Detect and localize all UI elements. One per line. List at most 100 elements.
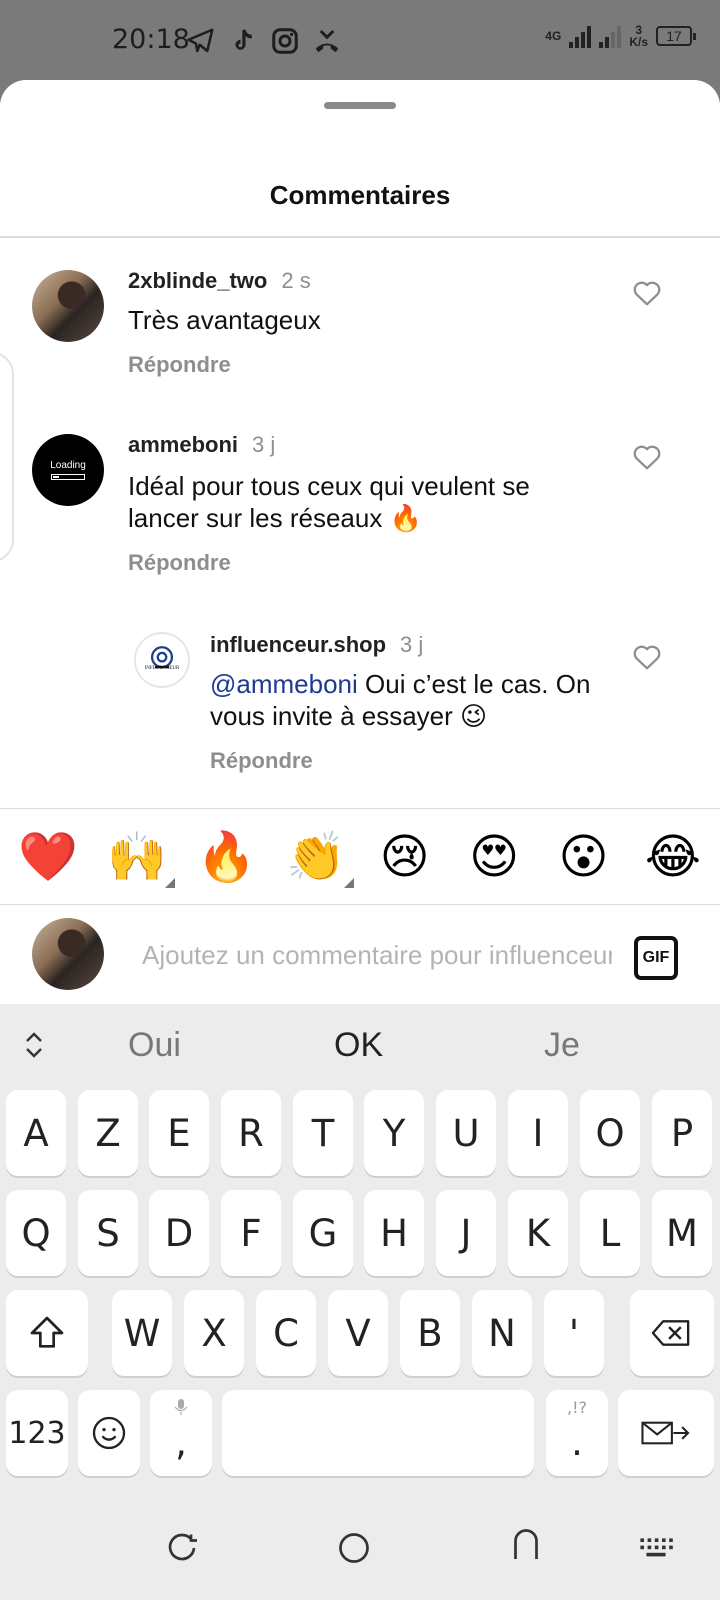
loading-bar-icon [51, 474, 85, 480]
skin-tone-indicator-icon [165, 878, 176, 888]
numbers-key[interactable]: 123 [6, 1390, 68, 1476]
suggestion-2[interactable]: OK [334, 1026, 383, 1065]
avatar[interactable] [32, 270, 104, 342]
reply-button[interactable]: Répondre [128, 352, 231, 378]
key-n[interactable]: N [472, 1290, 532, 1376]
emoji-clapping[interactable]: 👏 [286, 828, 355, 888]
key-r[interactable]: R [221, 1090, 281, 1176]
key-f[interactable]: F [221, 1190, 281, 1276]
key-o[interactable]: O [580, 1090, 640, 1176]
key-q[interactable]: Q [6, 1190, 66, 1276]
comma-key[interactable]: , [150, 1390, 212, 1476]
shift-arrow-icon [30, 1316, 64, 1348]
tiktok-icon [235, 29, 252, 50]
microphone-icon [174, 1399, 188, 1415]
space-key[interactable] [222, 1390, 534, 1476]
status-time: 20:18 [112, 24, 190, 55]
key-y[interactable]: Y [364, 1090, 424, 1176]
gif-button[interactable]: GIF [634, 936, 678, 980]
avatar[interactable]: Loading [32, 434, 104, 506]
key-c[interactable]: C [256, 1290, 316, 1376]
key-w[interactable]: W [112, 1290, 172, 1376]
drag-handle[interactable] [324, 102, 396, 109]
home-icon[interactable] [336, 1530, 372, 1566]
send-key[interactable] [618, 1390, 714, 1476]
key-m[interactable]: M [652, 1190, 712, 1276]
emoji-crying[interactable]: 😢 [376, 828, 434, 886]
emoji-raising-hands[interactable]: 🙌 [107, 828, 176, 888]
missed-call-icon [315, 29, 339, 53]
key-h[interactable]: H [364, 1190, 424, 1276]
suggestion-3[interactable]: Je [544, 1026, 580, 1065]
punctuation-hint: ,!? [567, 1398, 587, 1417]
network-type: 4G [545, 29, 562, 43]
shift-key[interactable] [6, 1290, 88, 1376]
key-g[interactable]: G [293, 1190, 353, 1276]
keyboard-hide-icon[interactable] [638, 1536, 674, 1560]
brand-logo-icon [150, 646, 174, 669]
send-envelope-icon [641, 1421, 690, 1445]
like-heart-icon[interactable] [630, 640, 664, 674]
back-icon[interactable] [508, 1526, 544, 1562]
emoji-heart[interactable]: ❤️ [18, 828, 78, 886]
key-b[interactable]: B [400, 1290, 460, 1376]
signal-strength-2-icon [599, 24, 622, 48]
backspace-icon [651, 1320, 690, 1346]
recents-icon[interactable] [164, 1530, 200, 1566]
emoji-key[interactable] [78, 1390, 140, 1476]
key-j[interactable]: J [436, 1190, 496, 1276]
comment-time: 2 s [281, 268, 311, 293]
expand-suggestions-icon[interactable] [22, 1028, 46, 1062]
key-x[interactable]: X [184, 1290, 244, 1376]
like-heart-icon[interactable] [630, 440, 664, 474]
avatar[interactable]: INFLUENCEUR [134, 632, 190, 688]
comment-username[interactable]: 2xblinde_two [128, 268, 267, 294]
telegram-icon [187, 28, 214, 53]
header-divider [0, 236, 720, 238]
key-e[interactable]: E [149, 1090, 209, 1176]
backspace-key[interactable] [630, 1290, 714, 1376]
key-a[interactable]: A [6, 1090, 66, 1176]
battery-icon: 17 [656, 26, 696, 46]
comment-input[interactable]: Ajoutez un commentaire pour influenceur.… [142, 940, 612, 971]
key-t[interactable]: T [293, 1090, 353, 1176]
edge-panel-handle[interactable] [0, 352, 14, 562]
key-k[interactable]: K [508, 1190, 568, 1276]
skin-tone-indicator-icon [344, 878, 355, 888]
mention-link[interactable]: @ammeboni [210, 669, 358, 699]
system-status: 4G 3 K/s 17 [545, 24, 696, 48]
sheet-title: Commentaires [269, 180, 451, 210]
emoji-laughing[interactable]: 😂 [644, 828, 702, 886]
avatar-loading-text: Loading [50, 460, 86, 471]
key-u[interactable]: U [436, 1090, 496, 1176]
emoji-surprised[interactable]: 😮 [555, 828, 613, 886]
reply-button[interactable]: Répondre [210, 748, 313, 774]
key-i[interactable]: I [508, 1090, 568, 1176]
comment-text: Très avantageux [128, 305, 321, 335]
system-nav-bar [0, 1496, 720, 1598]
key-p[interactable]: P [652, 1090, 712, 1176]
key-d[interactable]: D [149, 1190, 209, 1276]
signal-strength-icon [569, 24, 592, 48]
key-l[interactable]: L [580, 1190, 640, 1276]
keyboard: Oui OK Je A Z E R T Y U I O P Q S D F G … [0, 1004, 720, 1600]
smiley-icon [92, 1416, 126, 1450]
composer-divider [0, 904, 720, 905]
emoji-divider [0, 808, 720, 809]
reply-button[interactable]: Répondre [128, 550, 231, 576]
suggestion-strip: Oui OK Je [0, 1004, 720, 1084]
like-heart-icon[interactable] [630, 276, 664, 310]
emoji-heart-eyes[interactable]: 😍 [465, 828, 523, 886]
key-z[interactable]: Z [78, 1090, 138, 1176]
period-key[interactable]: ,!? . [546, 1390, 608, 1476]
comment-username[interactable]: ammeboni [128, 432, 238, 458]
suggestion-1[interactable]: Oui [128, 1026, 181, 1065]
comment-time: 3 j [400, 632, 424, 657]
comment-username[interactable]: influenceur.shop [210, 632, 386, 658]
emoji-reaction-bar: ❤️ 🙌 🔥 👏 😢 😍 😮 😂 [0, 828, 720, 888]
key-v[interactable]: V [328, 1290, 388, 1376]
comment-text: @ammeboni Oui c’est le cas. On vous invi… [210, 669, 591, 731]
key-apostrophe[interactable]: ' [544, 1290, 604, 1376]
emoji-fire[interactable]: 🔥 [197, 828, 257, 886]
key-s[interactable]: S [78, 1190, 138, 1276]
